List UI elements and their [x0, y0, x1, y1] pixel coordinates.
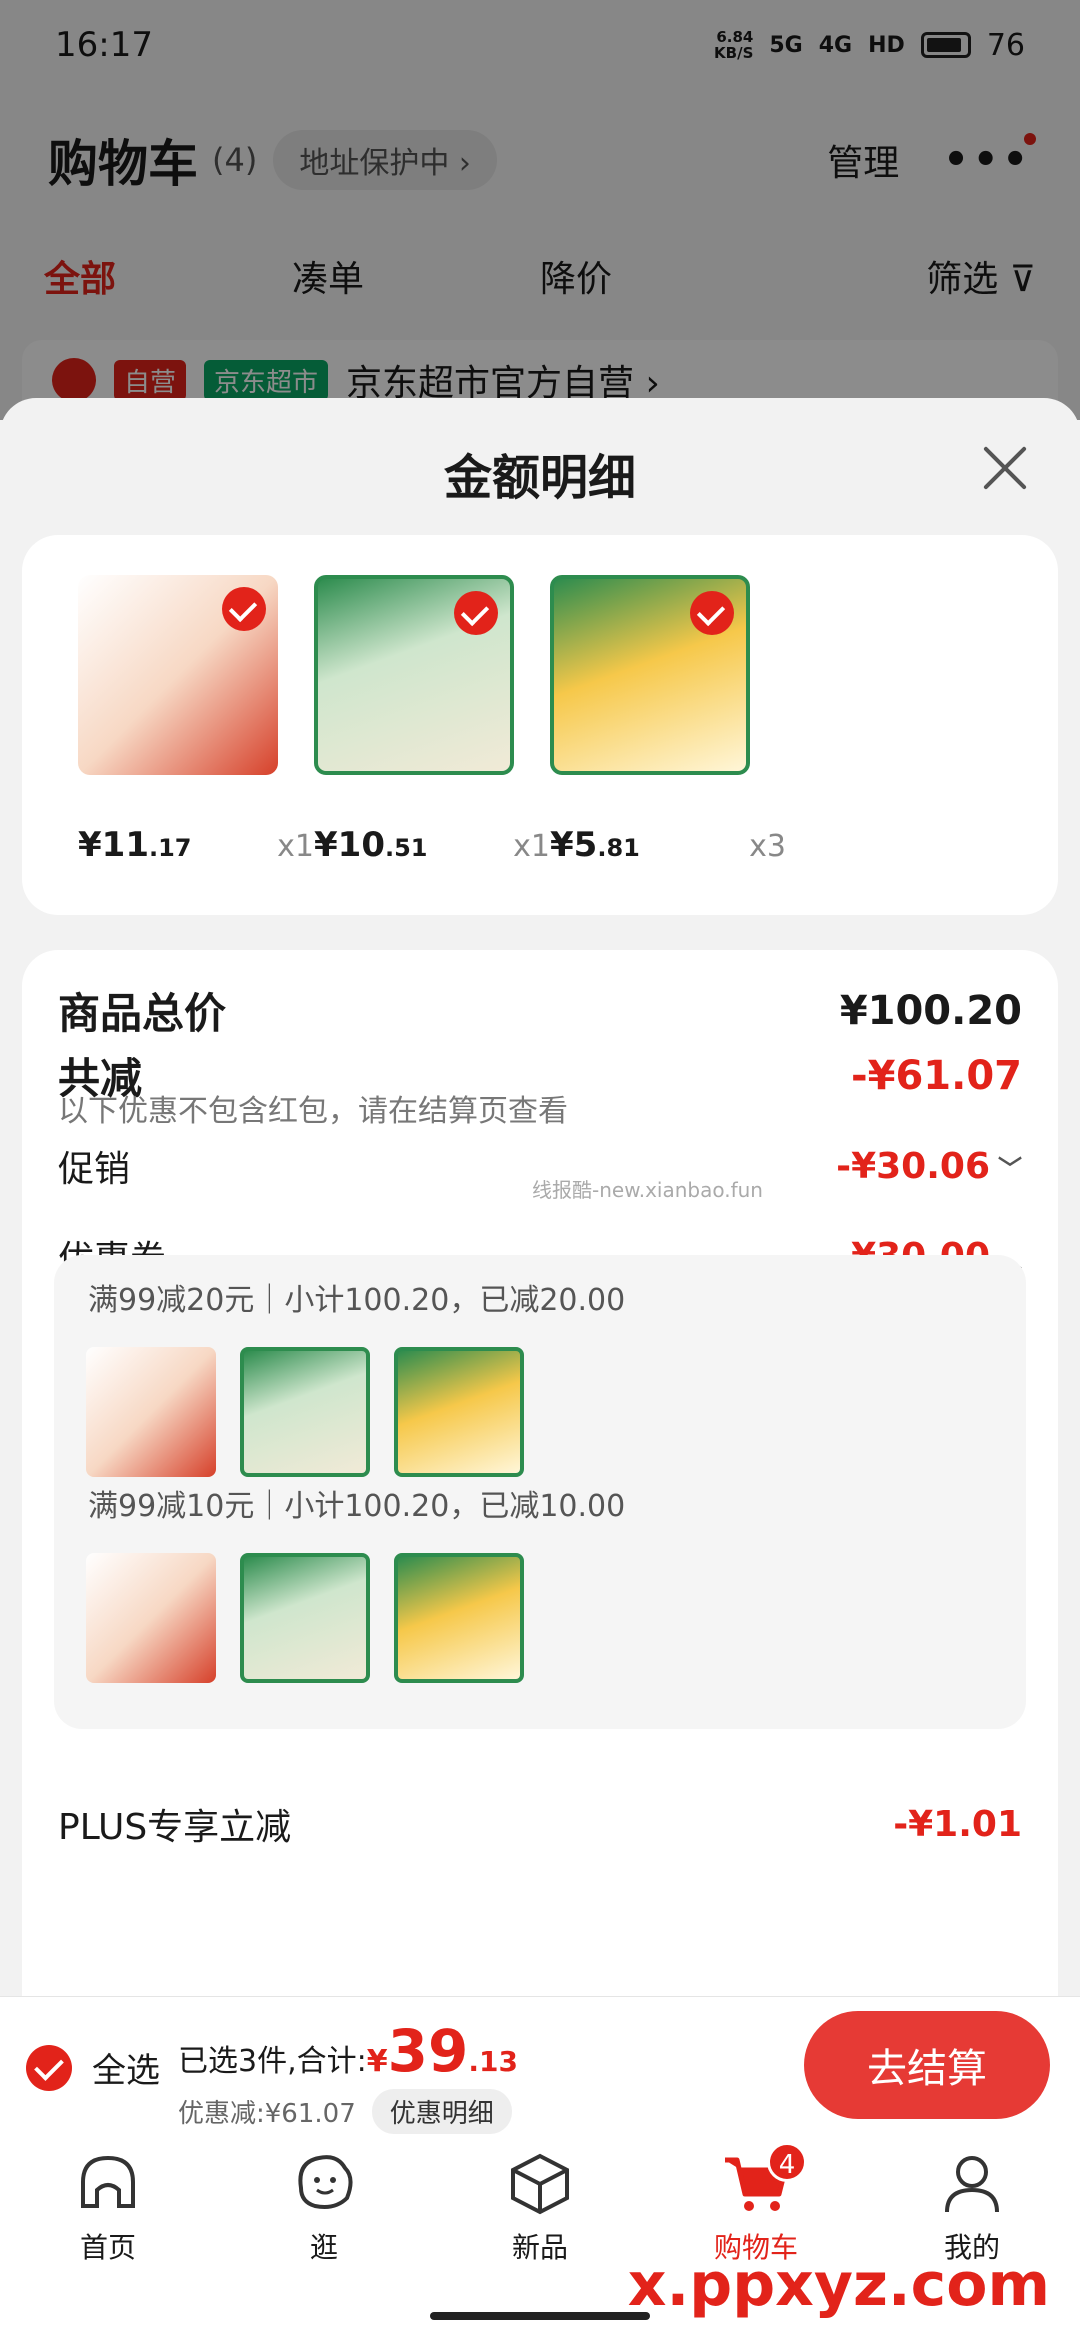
coupon-title: 满99减20元｜小计100.20，已减20.00	[88, 1283, 626, 1318]
total-amount: 39	[387, 2017, 469, 2085]
cart-icon: 4	[721, 2142, 807, 2218]
discount-detail-button[interactable]: 优惠明细	[371, 2089, 512, 2134]
product-price-decimal: .17	[148, 834, 192, 862]
amount-detail-card: 商品总价 ¥100.20 共减 -¥61.07 以下优惠不包含红包，请在结算页查…	[22, 950, 1058, 1998]
nav-new[interactable]: 新品	[470, 2148, 610, 2266]
discount-note: 以下优惠不包含红包，请在结算页查看	[58, 1094, 568, 1129]
box-icon	[505, 2148, 575, 2218]
products-card: ¥11.17 x1 ¥10.51 x1 ¥5.81 x3	[22, 535, 1058, 915]
product-image	[394, 1347, 524, 1477]
check-icon	[690, 591, 734, 635]
product-image	[394, 1553, 524, 1683]
product-item[interactable]: ¥5.81 x3	[550, 575, 786, 865]
promo-label: 促销	[58, 1149, 131, 1190]
product-qty: x1	[277, 829, 314, 864]
discount-value: -¥61.07	[851, 1052, 1022, 1099]
check-icon	[454, 591, 498, 635]
site-watermark: x.ppxyz.com	[627, 2250, 1050, 2320]
product-price-row: ¥10.51 x1	[314, 825, 550, 865]
plus-discount-value: -¥1.01	[893, 1803, 1022, 1845]
product-price-decimal: .51	[384, 834, 428, 862]
coupon-detail-box: 满99减20元｜小计100.20，已减20.00 满99减10元｜小计100.2…	[54, 1255, 1026, 1729]
bottom-nav: 首页 逛 新品 4 购物车 我的 x.ppxyz.com	[0, 2134, 1080, 2340]
check-icon	[222, 587, 266, 631]
product-price-decimal: .81	[597, 834, 640, 862]
coupon-products	[86, 1347, 524, 1477]
total-currency: ¥	[366, 2044, 388, 2079]
close-icon[interactable]	[980, 444, 1028, 492]
coupon-title: 满99减10元｜小计100.20，已减10.00	[88, 1489, 626, 1524]
discount-summary: 优惠减:¥61.07	[178, 2099, 356, 2129]
chevron-down-icon: ﹀	[998, 1154, 1022, 1183]
checkout-button[interactable]: 去结算	[804, 2011, 1050, 2119]
product-item[interactable]: ¥11.17 x1	[78, 575, 314, 865]
select-all-label: 全选	[92, 2051, 160, 2091]
product-image	[78, 575, 278, 775]
plus-discount-row: PLUS专享立减 -¥1.01	[58, 1798, 1022, 1850]
total-decimal: .13	[468, 2045, 518, 2078]
product-price-row: ¥11.17 x1	[78, 825, 314, 865]
modal-backdrop[interactable]	[0, 0, 1080, 420]
summary-discount-line: 优惠减:¥61.07 优惠明细	[178, 2089, 518, 2134]
coupon-products	[86, 1553, 524, 1683]
product-image	[240, 1553, 370, 1683]
product-item[interactable]: ¥10.51 x1	[314, 575, 550, 865]
sheet-title: 金额明细	[443, 450, 636, 506]
nav-cart[interactable]: 4 购物车	[686, 2142, 826, 2266]
product-image	[550, 575, 750, 775]
home-indicator	[430, 2312, 650, 2320]
nav-me[interactable]: 我的	[902, 2148, 1042, 2266]
product-qty: x1	[513, 829, 550, 864]
total-price-value: ¥100.20	[839, 987, 1022, 1034]
nav-browse[interactable]: 逛	[254, 2148, 394, 2266]
watermark-text: 线报酷-new.xianbao.fun	[532, 1178, 763, 1202]
product-image	[86, 1347, 216, 1477]
selected-text: 已选3件,合计:	[178, 2044, 367, 2079]
plus-discount-label: PLUS专享立减	[58, 1807, 292, 1848]
nav-home[interactable]: 首页	[38, 2148, 178, 2266]
select-all-checkbox[interactable]	[26, 2044, 72, 2091]
product-price: ¥5	[550, 825, 598, 865]
cart-badge: 4	[767, 2142, 807, 2182]
user-icon	[937, 2148, 1007, 2218]
nav-label: 首页	[79, 2231, 136, 2264]
product-qty: x3	[749, 829, 786, 864]
total-price-label: 商品总价	[58, 989, 227, 1038]
total-price-row: 商品总价 ¥100.20	[58, 980, 1022, 1041]
product-image	[314, 575, 514, 775]
amount-detail-sheet: 金额明细 ¥11.17 x1 ¥10.51 x1 ¥5.81 x3 商品总价 ¥…	[0, 398, 1080, 1998]
product-price-row: ¥5.81 x3	[550, 825, 786, 865]
product-image	[86, 1553, 216, 1683]
promo-value: -¥30.06 ﹀	[836, 1145, 1022, 1187]
summary-total-line: 已选3件,合计: ¥ 39 .13	[178, 2017, 518, 2085]
select-all-toggle[interactable]: 全选	[26, 2043, 160, 2092]
product-price: ¥10	[314, 825, 385, 865]
browse-icon	[289, 2148, 359, 2218]
nav-label: 新品	[511, 2231, 568, 2264]
home-icon	[73, 2148, 143, 2218]
product-image	[240, 1347, 370, 1477]
order-summary: 已选3件,合计: ¥ 39 .13 优惠减:¥61.07 优惠明细	[178, 2017, 518, 2134]
nav-label: 逛	[309, 2231, 338, 2264]
product-price: ¥11	[78, 825, 149, 865]
checkout-bar: 全选 已选3件,合计: ¥ 39 .13 优惠减:¥61.07 优惠明细 去结算	[0, 1996, 1080, 2134]
